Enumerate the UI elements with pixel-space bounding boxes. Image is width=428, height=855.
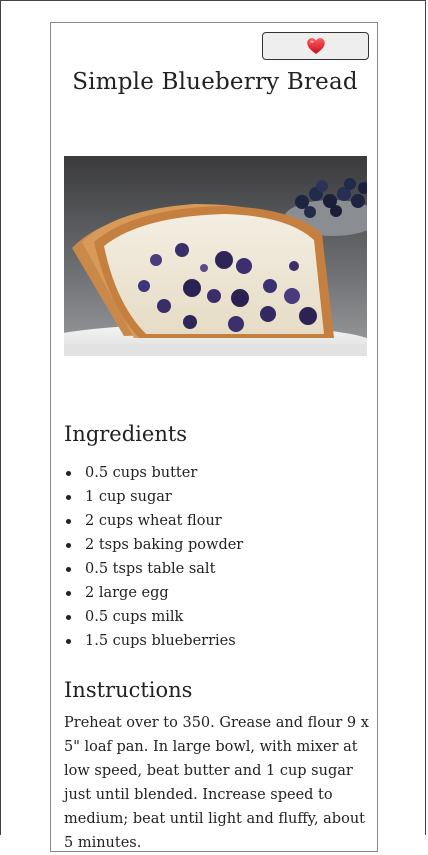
list-item: 0.5 cups milk — [64, 605, 364, 629]
list-item: 2 tsps baking powder — [64, 533, 364, 557]
bullet-icon — [66, 471, 71, 476]
list-item: 0.5 cups butter — [64, 461, 364, 485]
ingredient-text: 2 cups wheat flour — [85, 513, 222, 529]
bullet-icon — [66, 519, 71, 524]
list-item: 2 cups wheat flour — [64, 509, 364, 533]
list-item: 0.5 tsps table salt — [64, 557, 364, 581]
bullet-icon — [66, 495, 71, 500]
bullet-icon — [66, 567, 71, 572]
ingredient-text: 0.5 cups butter — [85, 465, 198, 481]
ingredients-list: 0.5 cups butter 1 cup sugar 2 cups wheat… — [64, 461, 364, 653]
ingredient-text: 1.5 cups blueberries — [85, 633, 236, 649]
ingredients-heading: Ingredients — [64, 422, 188, 446]
list-item: 2 large egg — [64, 581, 364, 605]
recipe-photo — [64, 156, 367, 356]
instructions-text: Preheat over to 350. Grease and flour 9 … — [64, 715, 369, 851]
instructions-heading: Instructions — [64, 678, 193, 702]
bullet-icon — [66, 639, 71, 644]
bullet-icon — [66, 615, 71, 620]
favorite-button[interactable] — [262, 32, 369, 60]
ingredient-text: 0.5 tsps table salt — [85, 561, 216, 577]
ingredient-text: 0.5 cups milk — [85, 609, 184, 625]
list-item: 1.5 cups blueberries — [64, 629, 364, 653]
recipe-title: Simple Blueberry Bread — [72, 69, 358, 95]
list-item: 1 cup sugar — [64, 485, 364, 509]
ingredient-text: 1 cup sugar — [85, 489, 172, 505]
heart-icon — [306, 38, 325, 54]
ingredient-text: 2 large egg — [85, 585, 169, 601]
ingredient-text: 2 tsps baking powder — [85, 537, 244, 553]
bullet-icon — [66, 543, 71, 548]
recipe-card: Simple Blueberry Bread Ingredients 0.5 c… — [50, 22, 378, 852]
bullet-icon — [66, 591, 71, 596]
